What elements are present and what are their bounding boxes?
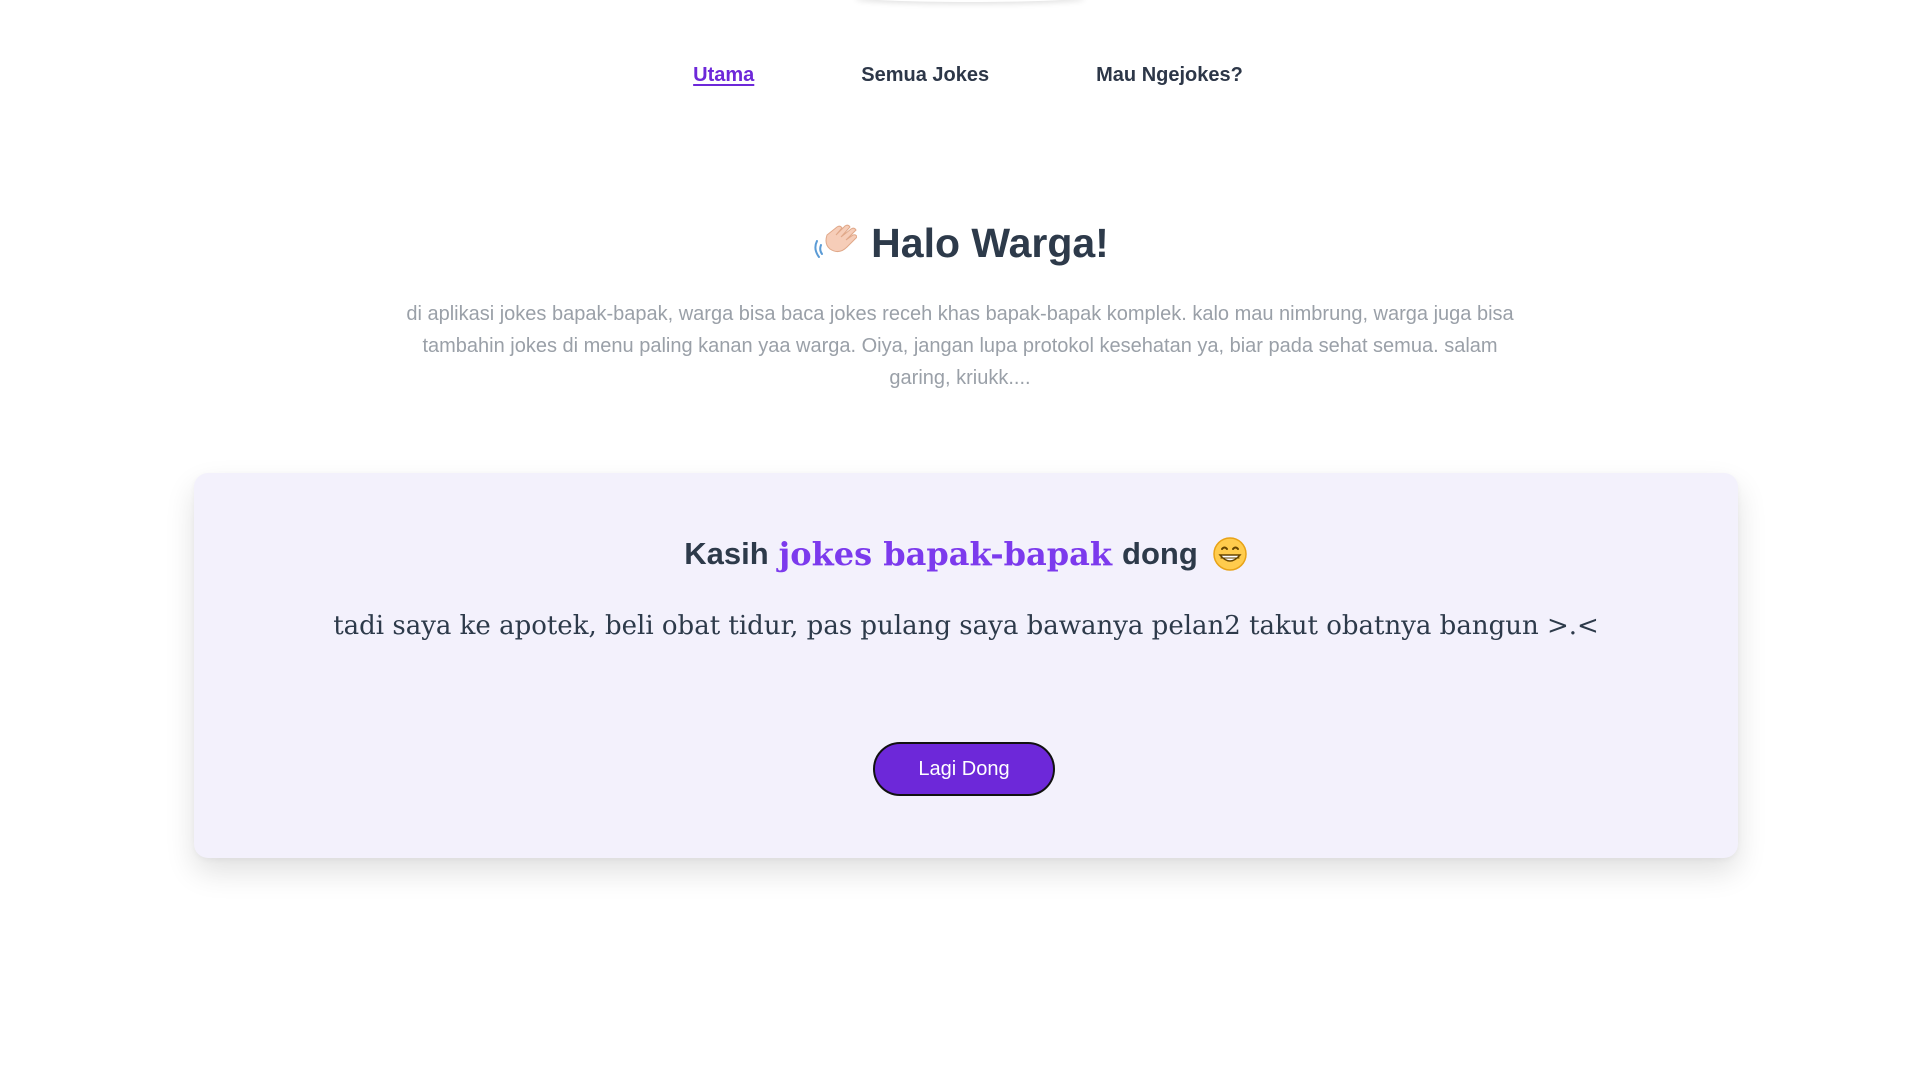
lagi-dong-button[interactable]: Lagi Dong (873, 742, 1055, 796)
joke-card: Kasih jokes bapak-bapak dong tadi saya k… (194, 473, 1738, 858)
card-title: Kasih jokes bapak-bapak dong (684, 535, 1248, 573)
nav-item-utama[interactable]: Utama (693, 64, 754, 87)
hero-section: Halo Warga! di aplikasi jokes bapak-bapa… (0, 220, 1920, 394)
card-title-suffix: dong (1122, 536, 1198, 571)
main-nav: Utama Semua Jokes Mau Ngejokes? (0, 64, 1920, 87)
waving-hand-icon (811, 221, 858, 267)
nav-item-semua-jokes[interactable]: Semua Jokes (861, 64, 989, 87)
hero-heading: Halo Warga! (811, 220, 1109, 267)
top-decoration (855, 0, 1085, 2)
card-title-highlight: jokes bapak-bapak (778, 535, 1113, 573)
hero-title: Halo Warga! (871, 220, 1109, 266)
grinning-face-icon (1212, 536, 1248, 572)
nav-item-mau-ngejokes[interactable]: Mau Ngejokes? (1096, 64, 1243, 87)
hero-description: di aplikasi jokes bapak-bapak, warga bis… (406, 302, 1514, 389)
card-title-prefix: Kasih (684, 536, 769, 571)
joke-text: tadi saya ke apotek, beli obat tidur, pa… (333, 611, 1599, 641)
